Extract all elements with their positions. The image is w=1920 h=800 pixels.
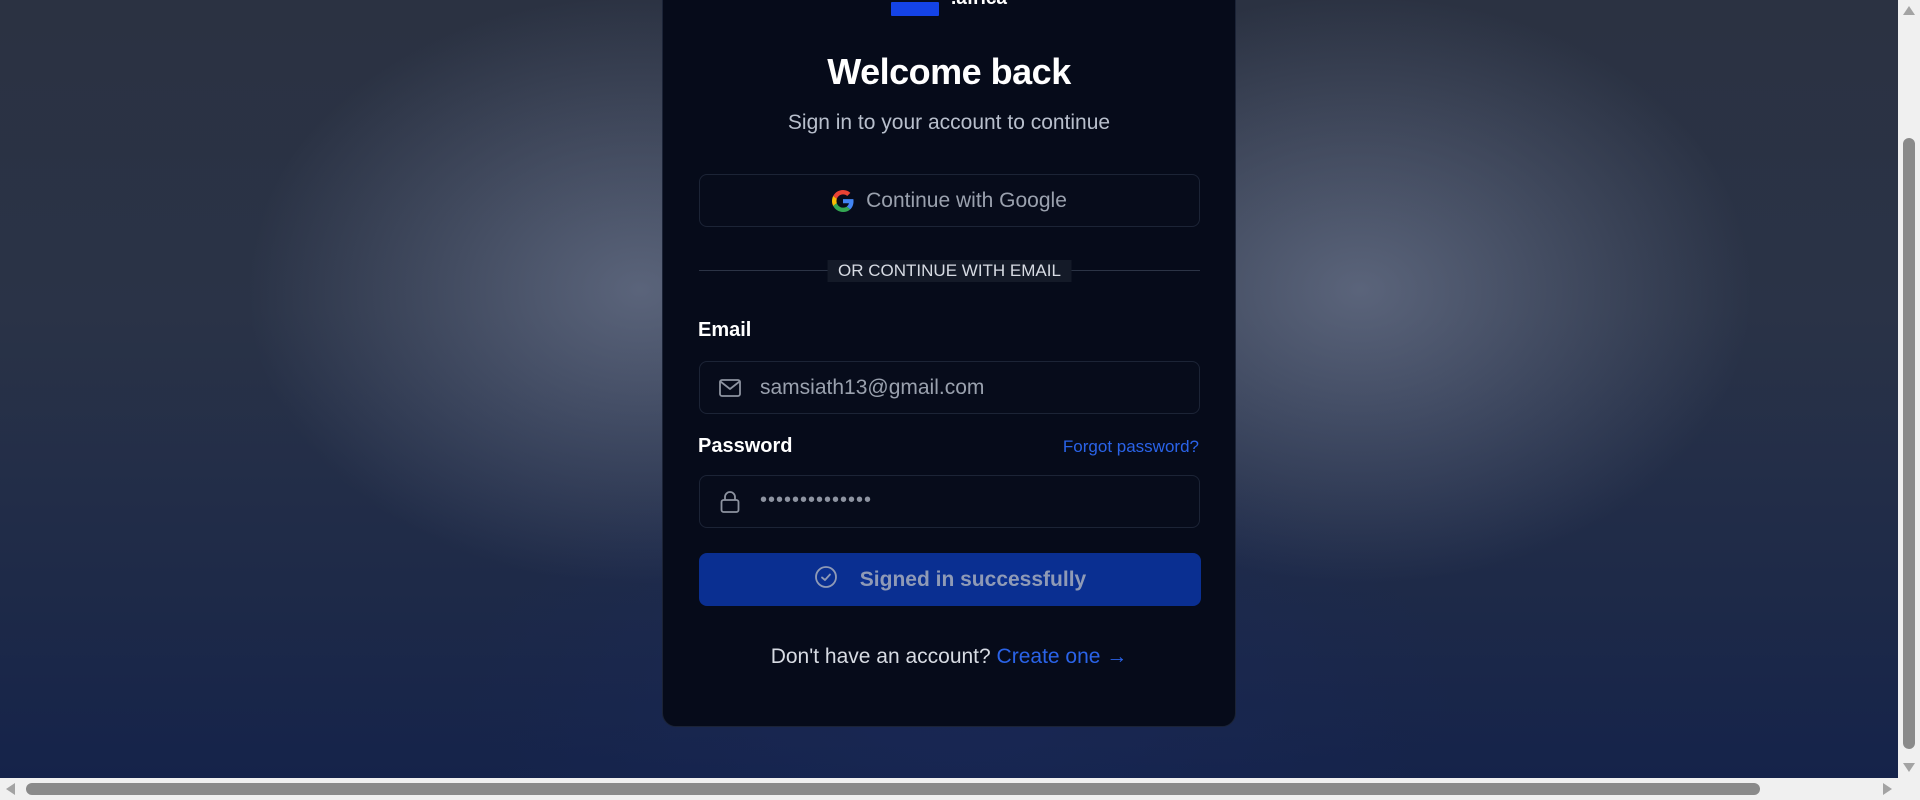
- vertical-scrollbar[interactable]: [1898, 0, 1920, 778]
- scroll-right-arrow-icon[interactable]: [1883, 783, 1892, 795]
- lock-icon: [718, 490, 742, 514]
- google-icon: [832, 189, 854, 212]
- login-card: .africa Welcome back Sign in to your acc…: [662, 0, 1236, 727]
- google-button-label: Continue with Google: [866, 188, 1067, 212]
- page-title: Welcome back: [827, 51, 1071, 92]
- horizontal-scroll-thumb[interactable]: [26, 783, 1760, 795]
- scroll-left-arrow-icon[interactable]: [6, 783, 15, 795]
- signup-prompt: Don't have an account? Create one →: [663, 645, 1235, 669]
- brand-logo: .africa: [663, 0, 1235, 16]
- password-field[interactable]: ••••••••••••••: [699, 475, 1200, 528]
- sign-in-button[interactable]: Signed in successfully: [699, 553, 1201, 606]
- logo-mark: [891, 2, 939, 16]
- password-value: ••••••••••••••: [760, 489, 873, 511]
- create-account-link[interactable]: Create one →: [997, 645, 1128, 668]
- signup-prompt-text: Don't have an account?: [770, 645, 991, 668]
- email-label: Email: [698, 319, 752, 341]
- email-field[interactable]: samsiath13@gmail.com: [699, 361, 1200, 414]
- vertical-scroll-thumb[interactable]: [1903, 138, 1915, 749]
- forgot-password-link[interactable]: Forgot password?: [1063, 437, 1199, 457]
- page-background: .africa Welcome back Sign in to your acc…: [0, 0, 1898, 778]
- check-circle-icon: [814, 565, 838, 595]
- scroll-down-arrow-icon[interactable]: [1903, 763, 1915, 772]
- sign-in-button-label: Signed in successfully: [859, 567, 1087, 591]
- scroll-up-arrow-icon[interactable]: [1903, 6, 1915, 15]
- or-divider: OR CONTINUE WITH EMAIL: [699, 260, 1200, 282]
- divider-label: OR CONTINUE WITH EMAIL: [827, 260, 1072, 282]
- password-label: Password: [698, 435, 793, 457]
- scrollbar-corner: [1898, 778, 1920, 800]
- mail-icon: [718, 376, 742, 400]
- page-subtitle: Sign in to your account to continue: [787, 111, 1111, 134]
- horizontal-scrollbar[interactable]: [0, 778, 1898, 800]
- logo-text: .africa: [951, 0, 1007, 9]
- email-value: samsiath13@gmail.com: [760, 375, 985, 399]
- google-signin-button[interactable]: Continue with Google: [699, 174, 1200, 227]
